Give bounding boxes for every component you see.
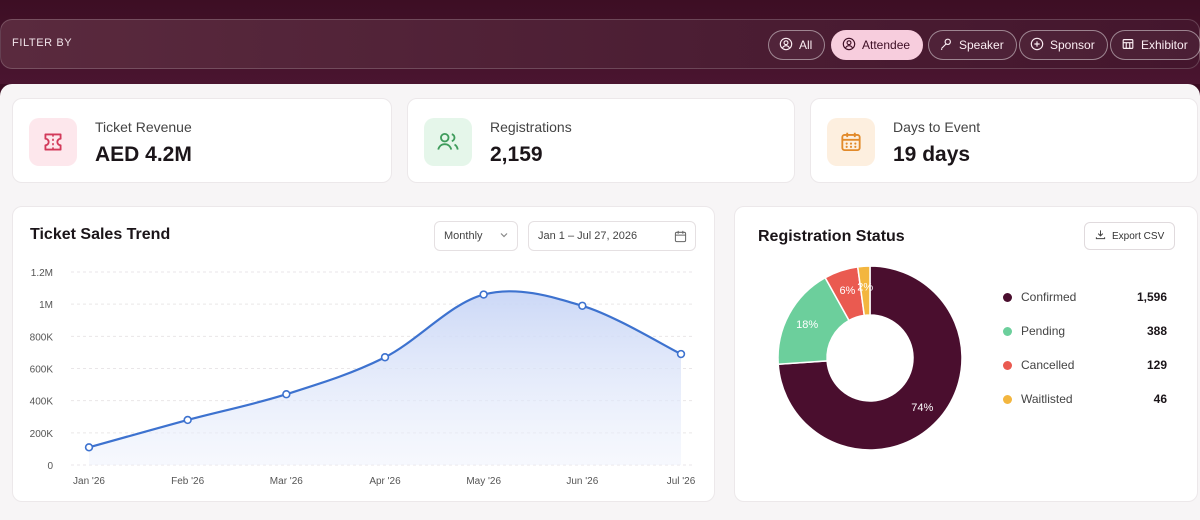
legend-item-cancelled: Cancelled 129	[1003, 358, 1167, 374]
legend-item-confirmed: Confirmed 1,596	[1003, 290, 1167, 306]
legend-dot	[1003, 327, 1012, 336]
calendar-icon	[827, 118, 875, 166]
filter-chip-label: Exhibitor	[1141, 38, 1188, 52]
registration-donut-chart: 74% 18% 6% 2%	[777, 265, 963, 451]
y-tick-label: 0	[47, 461, 53, 472]
data-point	[282, 390, 291, 399]
legend-item-waitlisted: Waitlisted 46	[1003, 392, 1167, 408]
filter-chip-all[interactable]: All	[768, 30, 826, 60]
y-tick-label: 200K	[30, 429, 54, 440]
kpi-card-days-to-event: Days to Event 19 days	[810, 98, 1198, 183]
data-point	[84, 443, 94, 452]
y-tick-label: 1.2M	[31, 268, 53, 279]
x-tick-label: Jun '26	[566, 476, 598, 487]
x-tick-label: Jul '26	[667, 476, 696, 487]
legend-dot	[1003, 293, 1012, 302]
filter-chip-speaker[interactable]: Speaker	[928, 30, 1017, 60]
kpi-label: Days to Event	[893, 119, 981, 135]
legend-value: 1,596	[1136, 290, 1167, 304]
legend-item-pending: Pending 388	[1003, 324, 1167, 340]
filter-chip-label: Sponsor	[1050, 38, 1095, 52]
filter-bar: FILTER BY All Attendee Speaker Sponsor E…	[0, 19, 1200, 69]
donut-slice-label: 18%	[796, 319, 818, 331]
x-tick-label: Apr '26	[369, 476, 401, 487]
legend-name: Waitlisted	[1021, 392, 1073, 406]
x-tick-label: Feb '26	[171, 476, 204, 487]
y-tick-label: 800K	[30, 332, 54, 343]
filter-chip-label: All	[799, 38, 813, 52]
legend-value: 46	[1153, 392, 1167, 406]
filter-chip-label: Speaker	[959, 38, 1004, 52]
filter-label: FILTER BY	[12, 37, 73, 49]
data-point	[479, 290, 488, 299]
dashboard-content: Ticket Revenue AED 4.2M Registrations 2,…	[0, 84, 1200, 520]
booth-icon	[1121, 37, 1135, 54]
y-tick-label: 1M	[39, 300, 53, 311]
kpi-card-registrations: Registrations 2,159	[407, 98, 795, 183]
donut-slice-label: 74%	[911, 402, 933, 414]
filter-chip-label: Attendee	[862, 38, 911, 52]
ticket-icon	[29, 118, 77, 166]
legend-name: Cancelled	[1021, 358, 1075, 372]
x-tick-label: May '26	[466, 476, 501, 487]
y-tick-label: 600K	[30, 365, 54, 376]
donut-slice-label: 6%	[839, 285, 855, 297]
data-point	[676, 349, 686, 359]
x-tick-label: Mar '26	[270, 476, 303, 487]
filter-chip-sponsor[interactable]: Sponsor	[1019, 30, 1108, 60]
legend-value: 388	[1146, 324, 1167, 338]
export-csv-label: Export CSV	[1112, 230, 1165, 242]
legend-dot	[1003, 395, 1012, 404]
data-point	[578, 301, 587, 310]
filter-chip-attendee[interactable]: Attendee	[831, 30, 924, 60]
user-circle-icon	[842, 37, 856, 54]
microphone-icon	[939, 37, 953, 54]
legend-name: Confirmed	[1021, 290, 1077, 304]
filter-chip-exhibitor[interactable]: Exhibitor	[1110, 30, 1200, 60]
plus-circle-icon	[1030, 37, 1044, 54]
user-circle-icon	[779, 37, 793, 54]
users-icon	[424, 118, 472, 166]
download-icon	[1095, 229, 1106, 243]
data-point	[380, 353, 390, 362]
ticket-sales-trend-panel: Ticket Sales Trend Monthly Jan 1 – Jul 2…	[12, 206, 715, 502]
data-point	[183, 415, 192, 425]
donut-slice-label: 2%	[857, 282, 873, 294]
kpi-label: Ticket Revenue	[95, 119, 192, 135]
panel-title: Registration Status	[758, 228, 905, 245]
kpi-label: Registrations	[490, 119, 572, 135]
kpi-value: AED 4.2M	[95, 143, 192, 166]
kpi-value: 19 days	[893, 143, 971, 166]
x-tick-label: Jan '26	[73, 476, 105, 487]
y-tick-label: 400K	[30, 397, 54, 408]
export-csv-button[interactable]: Export CSV	[1084, 222, 1176, 250]
kpi-value: 2,159	[490, 143, 543, 166]
legend-value: 129	[1146, 358, 1167, 372]
trend-chart: 0 200K 400K 600K 800K 1M 1.2M Jan '26 Feb '26 Mar…	[30, 268, 696, 487]
legend-dot	[1003, 361, 1012, 370]
kpi-card-ticket-revenue: Ticket Revenue AED 4.2M	[12, 98, 392, 183]
legend-name: Pending	[1021, 324, 1066, 338]
area-fill	[89, 291, 681, 465]
